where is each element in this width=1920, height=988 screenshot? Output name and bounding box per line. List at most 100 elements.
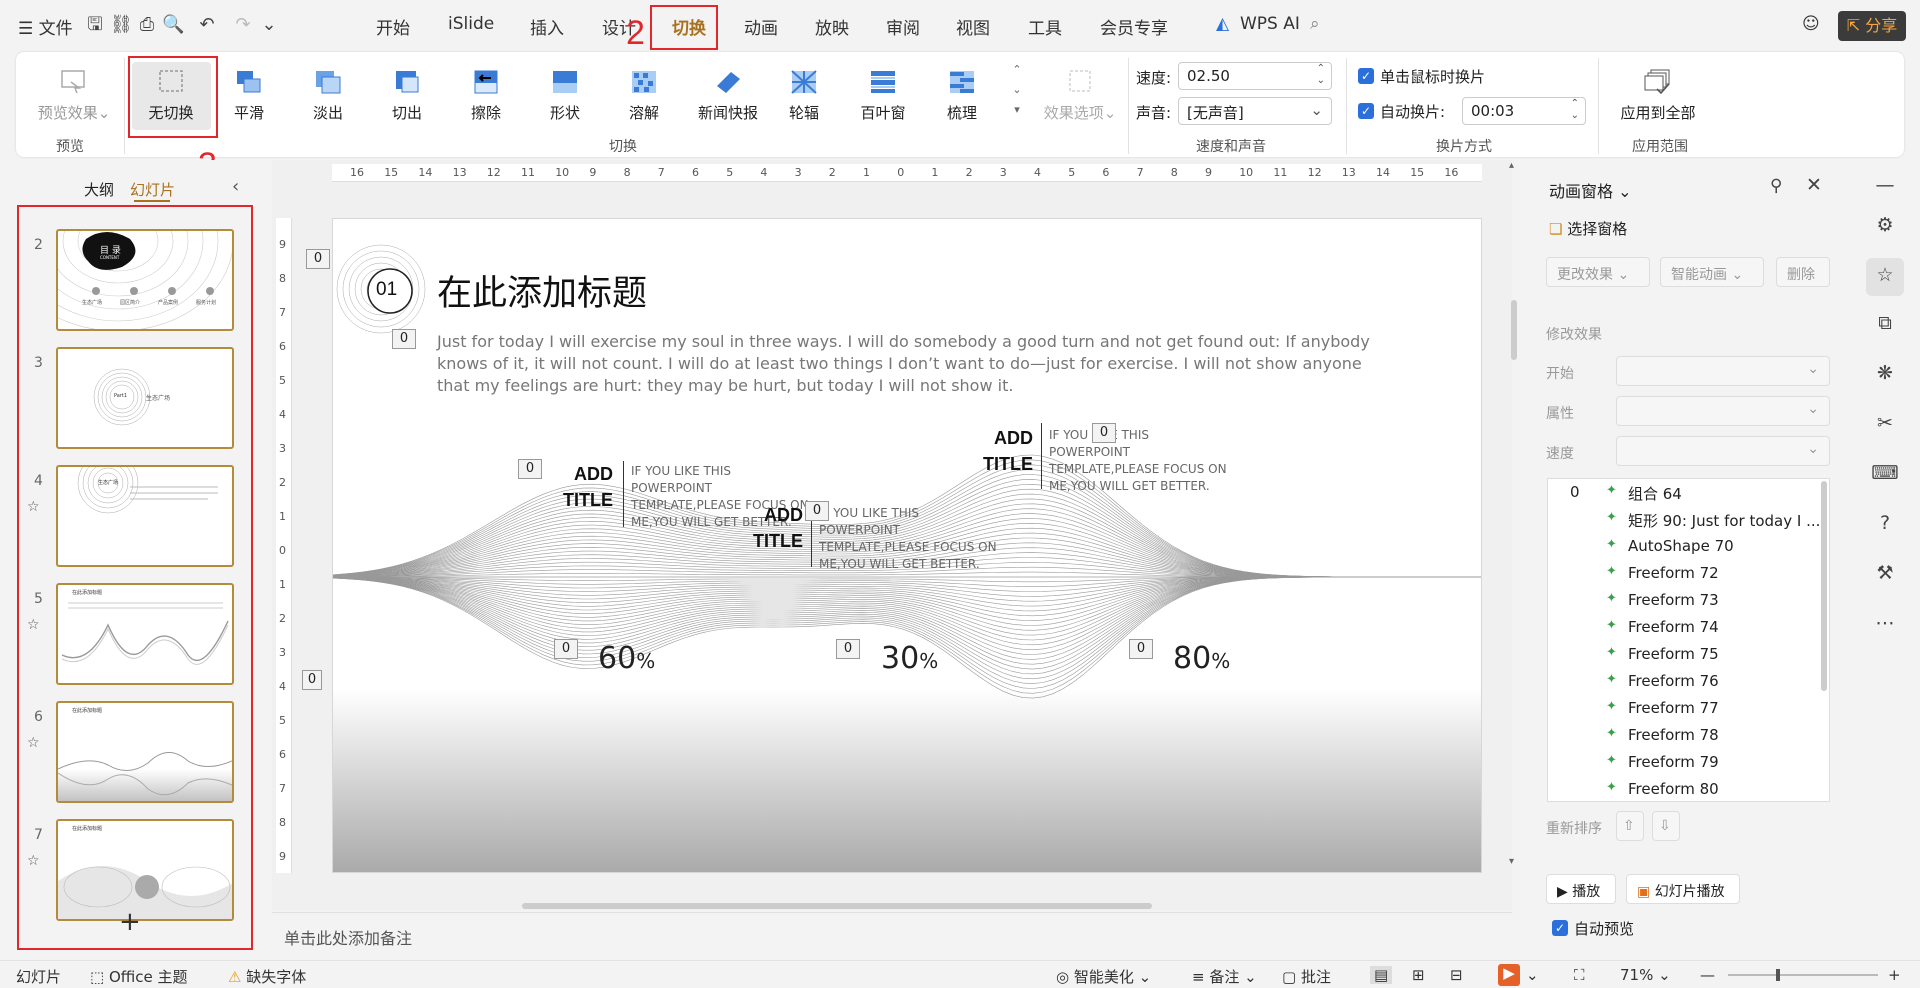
tab-slides[interactable]: 幻灯片 — [130, 179, 175, 200]
transition-wipe-button[interactable]: 擦除 — [451, 64, 521, 134]
theme-status[interactable]: ⬚ Office 主题 — [90, 966, 188, 987]
tab-home[interactable]: 开始 — [376, 14, 410, 39]
tab-tools[interactable]: 工具 — [1028, 14, 1062, 39]
tab-review[interactable]: 审阅 — [886, 14, 920, 39]
item-text[interactable]: IF YOU LIKE THIS POWERPOINT TEMPLATE,PLE… — [819, 505, 999, 573]
close-icon[interactable]: ✕ — [1806, 174, 1822, 196]
scrollbar[interactable] — [1821, 481, 1827, 691]
add-slide-button[interactable]: + — [119, 907, 141, 937]
preview-effect-button[interactable]: 预览效果⌄ — [30, 64, 118, 134]
animation-order-tag[interactable]: 0 — [836, 639, 860, 659]
speed-input[interactable]: 02.50 ⌃ ⌄ — [1178, 62, 1332, 90]
comments-button[interactable]: ▢ 批注 — [1282, 966, 1331, 987]
animation-order-tag[interactable]: 0 — [518, 459, 542, 479]
help-icon[interactable]: ? — [1870, 512, 1900, 542]
tab-insert[interactable]: 插入 — [530, 14, 564, 39]
zoom-out-icon[interactable]: — — [1700, 966, 1715, 984]
slide-thumbnail-3[interactable]: Part1 生态广场 — [56, 347, 234, 449]
tab-view[interactable]: 视图 — [956, 14, 990, 39]
move-down-button[interactable]: ⇩ — [1652, 811, 1680, 841]
item-heading[interactable]: ADD TITLE — [743, 502, 803, 554]
star-animation-icon[interactable]: ☆ — [1870, 264, 1900, 294]
transition-smooth-button[interactable]: 平滑 — [214, 64, 284, 134]
slide-thumbnail-7[interactable]: 在此添加标题 — [56, 819, 234, 921]
notes-button[interactable]: ≡ 备注 ⌄ — [1192, 966, 1257, 987]
spinner-icon[interactable]: ⌃ ⌄ — [1571, 98, 1579, 122]
reading-view-icon[interactable]: ⊟ — [1450, 966, 1463, 984]
tab-outline[interactable]: 大纲 — [84, 179, 114, 200]
minimize-icon[interactable]: — — [1870, 174, 1900, 204]
ai-icon[interactable]: ❋ — [1870, 362, 1900, 392]
item-heading[interactable]: ADD TITLE — [553, 461, 613, 513]
slideshow-play-button[interactable]: ▣ 幻灯片播放 — [1626, 874, 1740, 904]
redo-icon[interactable]: ↷ — [232, 14, 254, 36]
tab-islide[interactable]: iSlide — [448, 14, 494, 34]
animation-order-tag[interactable]: 0 — [805, 501, 829, 521]
item-heading[interactable]: ADD TITLE — [973, 425, 1033, 477]
auto-preview-checkbox[interactable]: ✓ — [1552, 920, 1568, 936]
notes-area[interactable]: 单击此处添加备注 — [272, 912, 1512, 958]
chevron-down-icon[interactable]: ⌄ — [1526, 966, 1539, 984]
tab-slideshow[interactable]: 放映 — [815, 14, 849, 39]
zoom-level[interactable]: 71% ⌄ — [1620, 966, 1671, 984]
wps-ai-icon[interactable]: ◭ — [1216, 14, 1229, 34]
chevron-down-icon[interactable]: ⌄ — [258, 14, 280, 36]
vertical-scrollbar[interactable]: ▴ ▾ — [1509, 160, 1519, 910]
smart-animation-button[interactable]: 智能动画 ⌄ — [1660, 257, 1764, 287]
transition-wheel-button[interactable]: 轮辐 — [769, 64, 839, 134]
animation-order-tag[interactable]: 0 — [554, 639, 578, 659]
beautify-button[interactable]: ◎ 智能美化 ⌄ — [1056, 966, 1151, 987]
transition-shape-button[interactable]: 形状 — [530, 64, 600, 134]
print-preview-icon[interactable]: 🔍 — [162, 14, 184, 36]
percentage-30[interactable]: 30% — [881, 641, 938, 676]
sound-select[interactable]: [无声音] ⌄ — [1178, 97, 1332, 125]
tab-animation[interactable]: 动画 — [744, 14, 778, 39]
percentage-80[interactable]: 80% — [1173, 641, 1230, 676]
animation-order-tag[interactable]: 0 — [392, 329, 416, 349]
wps-ai-button[interactable]: WPS AI — [1240, 14, 1300, 34]
percentage-60[interactable]: 60% — [598, 641, 655, 676]
settings-icon[interactable]: ⚒ — [1870, 562, 1900, 592]
transition-cut-button[interactable]: 切出 — [372, 64, 442, 134]
effect-options-button[interactable]: 效果选项⌄ — [1036, 64, 1124, 134]
missing-font-status[interactable]: ⚠ 缺失字体 — [228, 966, 306, 987]
slide-thumbnail-2[interactable]: 目 录 CONTENT 生态广场 园区简介 产品案例 服务计划 — [56, 229, 234, 331]
print-icon[interactable]: ⎙ — [136, 14, 158, 36]
normal-view-icon[interactable]: ▤ — [1370, 966, 1393, 984]
adjust-icon[interactable]: ⚙ — [1870, 214, 1900, 244]
zoom-slider[interactable] — [1728, 969, 1878, 981]
slide-canvas[interactable]: 01 在此添加标题 Just for today I will exercise… — [332, 218, 1482, 873]
more-icon[interactable]: ⋯ — [1870, 612, 1900, 642]
transition-fade-button[interactable]: 淡出 — [293, 64, 363, 134]
share-button[interactable]: ⇱ 分享 — [1838, 11, 1906, 41]
book-icon[interactable]: ⌨ — [1870, 462, 1900, 492]
slide-thumbnail-5[interactable]: 在此添加标题 — [56, 583, 234, 685]
animation-order-tag[interactable]: 0 — [302, 670, 322, 690]
tools-icon[interactable]: ✂ — [1870, 412, 1900, 442]
transition-dissolve-button[interactable]: 溶解 — [609, 64, 679, 134]
transition-blinds-button[interactable]: 百叶窗 — [848, 64, 918, 134]
animation-order-tag[interactable]: 0 — [1129, 639, 1153, 659]
zoom-in-icon[interactable]: + — [1888, 966, 1901, 984]
slide-thumbnail-4[interactable]: 生态广场 — [56, 465, 234, 567]
play-slideshow-icon[interactable]: ▶ — [1498, 964, 1520, 986]
spinner-icon[interactable]: ⌃ ⌄ — [1317, 63, 1325, 87]
tab-vip[interactable]: 会员专享 — [1100, 14, 1168, 39]
search-icon[interactable]: ⌕ — [1310, 14, 1320, 34]
start-select[interactable]: ⌄ — [1616, 356, 1830, 386]
property-select[interactable]: ⌄ — [1616, 396, 1830, 426]
gallery-scroll[interactable]: ⌃ ⌄ ▾ — [1010, 60, 1024, 124]
chat-icon[interactable]: ☺ — [1802, 14, 1820, 34]
apply-to-all-button[interactable]: 应用到全部 — [1608, 64, 1708, 134]
delete-button[interactable]: 删除 — [1776, 257, 1830, 287]
select-pane-button[interactable]: ❏ 选择窗格 — [1549, 218, 1627, 239]
grid-view-icon[interactable]: ⊞ — [1412, 966, 1425, 984]
change-effect-button[interactable]: 更改效果 ⌄ — [1546, 257, 1650, 287]
slide-title[interactable]: 在此添加标题 — [437, 265, 647, 316]
auto-advance-checkbox[interactable]: ✓ — [1358, 103, 1374, 119]
transition-icon[interactable]: ⧉ — [1870, 312, 1900, 342]
move-up-button[interactable]: ⇧ — [1616, 811, 1644, 841]
item-text[interactable]: IF YOU LIKE THIS POWERPOINT TEMPLATE,PLE… — [1049, 427, 1229, 495]
transition-newsflash-button[interactable]: 新闻快报 — [688, 64, 768, 134]
horizontal-scrollbar[interactable] — [282, 901, 1492, 911]
